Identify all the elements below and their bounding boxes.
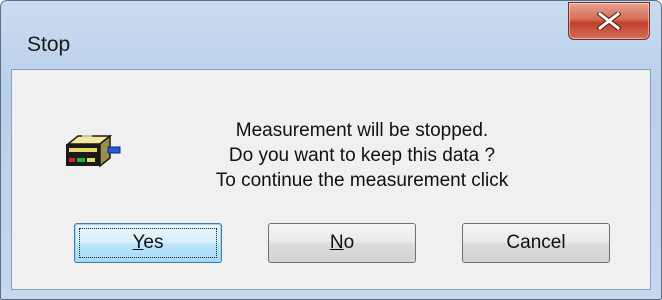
dialog-content: Measurement will be stopped. Do you want…	[11, 69, 651, 290]
close-button[interactable]	[568, 2, 650, 40]
dialog-window: Stop Measurement will be stopped. Do you…	[0, 0, 662, 300]
no-button-label: No	[329, 232, 355, 253]
title-bar[interactable]: Stop	[1, 1, 661, 69]
yes-button-label: Yes	[132, 232, 164, 253]
no-button[interactable]: No	[268, 223, 416, 263]
yes-button[interactable]: Yes	[74, 223, 222, 263]
message-line: Do you want to keep this data ?	[228, 145, 496, 166]
measurement-device-icon	[65, 134, 121, 168]
cancel-button-label: Cancel	[506, 232, 566, 253]
message-line: To continue the measurement click	[215, 170, 509, 191]
message-line: Measurement will be stopped.	[235, 120, 489, 141]
dialog-message: Measurement will be stopped. Do you want…	[142, 118, 582, 193]
cancel-button[interactable]: Cancel	[462, 223, 610, 263]
close-icon	[597, 12, 621, 30]
window-title: Stop	[27, 33, 71, 56]
